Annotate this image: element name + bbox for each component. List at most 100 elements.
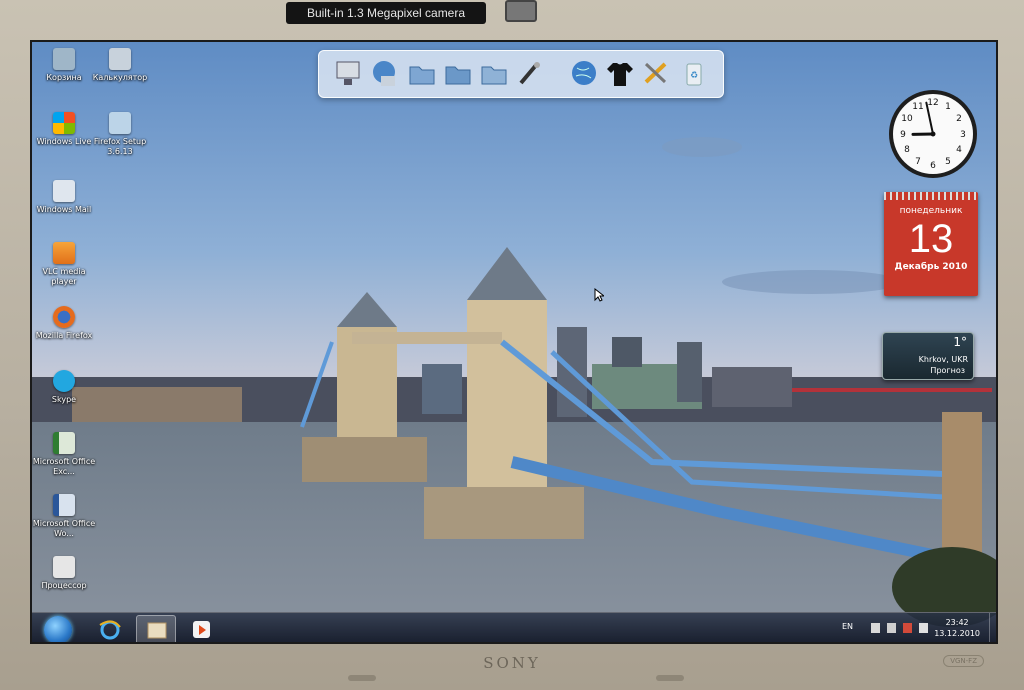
volume-icon[interactable]	[919, 623, 928, 633]
tshirt-icon	[607, 63, 633, 86]
svg-text:10: 10	[901, 114, 913, 124]
dock-item-pictures[interactable]	[479, 58, 509, 88]
desktop-icon-label: Калькулятор	[92, 73, 148, 82]
vlc-icon	[53, 242, 75, 264]
dock-item-network[interactable]	[369, 58, 399, 88]
installer-icon	[109, 112, 131, 134]
desktop-icon-label: Firefox Setup 3.6.13	[93, 137, 147, 156]
desktop-icon-label: Microsoft Office Wo...	[32, 519, 96, 538]
network-status-icon[interactable]	[903, 623, 912, 633]
internet-explorer-icon	[99, 620, 121, 640]
desktop-icon-label: Windows Live	[36, 137, 92, 146]
desktop-icon-skype[interactable]: Skype	[32, 370, 96, 405]
windows-live-icon	[53, 112, 75, 134]
firefox-icon	[53, 306, 75, 328]
dock-item-trash[interactable]: ♻	[679, 58, 709, 88]
desktop-icon-firefox-setup[interactable]: Firefox Setup 3.6.13	[88, 112, 152, 157]
weather-forecast-link[interactable]: Прогноз	[930, 366, 965, 375]
svg-text:7: 7	[915, 157, 921, 167]
desktop-icon-windows-mail[interactable]: Windows Mail	[32, 180, 96, 215]
dock-item-tshirt[interactable]	[605, 58, 635, 88]
svg-text:12: 12	[927, 98, 938, 108]
taskbar-date: 13.12.2010	[934, 629, 980, 638]
taskbar-time: 23:42	[945, 618, 969, 627]
dock-item-globe[interactable]	[569, 58, 599, 88]
bezel-foot	[348, 675, 376, 681]
skype-icon	[53, 370, 75, 392]
desktop-icon-vlc[interactable]: VLC media player	[32, 242, 96, 287]
desktop-wallpaper	[32, 42, 996, 642]
brand-logo: SONY	[483, 654, 541, 672]
folder-pictures-icon	[481, 66, 507, 85]
desktop-icon-label: Процессор	[41, 581, 87, 590]
globe-icon	[572, 61, 596, 85]
rocket-dock: ♻	[318, 50, 724, 98]
taskbar-media-player[interactable]	[182, 615, 222, 642]
desktop-icon-excel[interactable]: Microsoft Office Exc...	[32, 432, 96, 477]
screen: Корзина Калькулятор Windows Live Firefox…	[30, 40, 998, 644]
network-icon	[373, 61, 395, 86]
desktop-icon-windows-live[interactable]: Windows Live	[32, 112, 96, 147]
calendar-weekday: понедельник	[899, 206, 963, 216]
taskbar-explorer[interactable]	[136, 615, 176, 642]
svg-text:11: 11	[912, 102, 923, 112]
clock-gadget[interactable]: 12 1 2 345 678 9 10 11	[887, 88, 979, 180]
trash-icon: ♻	[686, 63, 702, 86]
taskbar-internet-explorer[interactable]	[90, 615, 130, 642]
webcam-hinge	[505, 0, 537, 22]
tools-icon	[519, 62, 540, 85]
calendar-rings	[884, 192, 978, 200]
settings-tools-icon	[644, 62, 667, 84]
bezel-foot	[656, 675, 684, 681]
media-player-icon	[193, 621, 210, 638]
start-button[interactable]	[44, 616, 72, 642]
desktop-icon-label: Microsoft Office Exc...	[32, 457, 96, 476]
taskbar: EN 23:42 13.12.2010	[32, 612, 996, 642]
calendar-month-year: Декабрь 2010	[894, 262, 968, 272]
camera-label: Built-in 1.3 Megapixel camera	[286, 2, 486, 24]
dock-item-settings[interactable]	[641, 58, 671, 88]
folder-open-icon	[445, 66, 471, 85]
recycle-bin-icon	[53, 48, 75, 70]
desktop-icon-word[interactable]: Microsoft Office Wo...	[32, 494, 96, 539]
desktop-icon-label: Skype	[51, 395, 77, 404]
taskbar-clock[interactable]: 23:42 13.12.2010	[934, 617, 980, 639]
desktop-icon-recycle-bin[interactable]: Корзина	[32, 48, 96, 83]
desktop-icon-label: Корзина	[46, 73, 82, 82]
weather-gadget[interactable]: 1° Khrkov, UKR Прогноз	[882, 332, 974, 380]
desktop-icon-calculator[interactable]: Калькулятор	[88, 48, 152, 83]
calculator-icon	[109, 48, 131, 70]
desktop-icon-label: Windows Mail	[36, 205, 92, 214]
weather-city: Khrkov, UKR	[918, 355, 968, 364]
svg-text:2: 2	[956, 114, 962, 124]
excel-icon	[53, 432, 75, 454]
dock-item-folder-open[interactable]	[443, 58, 473, 88]
calendar-gadget[interactable]: понедельник 13 Декабрь 2010	[884, 192, 978, 296]
svg-text:6: 6	[930, 161, 936, 171]
svg-text:8: 8	[904, 145, 910, 155]
folder-icon	[409, 66, 435, 85]
desktop-icon-processor[interactable]: Процессор	[32, 556, 96, 591]
svg-text:3: 3	[960, 130, 966, 140]
dock-item-computer[interactable]	[333, 58, 363, 88]
svg-text:9: 9	[900, 130, 906, 140]
svg-text:5: 5	[945, 157, 951, 167]
desktop-icon-label: Mozilla Firefox	[35, 331, 93, 340]
calendar-day: 13	[908, 217, 954, 261]
dock-item-tools[interactable]	[515, 58, 545, 88]
desktop-icon-label: VLC media player	[42, 267, 86, 286]
show-desktop-button[interactable]	[989, 613, 996, 642]
dock-item-folder[interactable]	[407, 58, 437, 88]
processor-icon	[53, 556, 75, 578]
desktop-icon-firefox[interactable]: Mozilla Firefox	[32, 306, 96, 341]
model-badge: VGN-FZ	[943, 655, 984, 667]
analog-clock-face: 12 12 345 678 91011	[889, 90, 977, 178]
mouse-cursor-icon	[594, 288, 604, 302]
explorer-icon	[147, 622, 167, 639]
action-center-flag-icon[interactable]	[871, 623, 880, 633]
language-indicator[interactable]: EN	[842, 622, 853, 631]
word-icon	[53, 494, 75, 516]
svg-text:1: 1	[945, 102, 951, 112]
weather-temperature: 1°	[953, 335, 967, 349]
battery-icon[interactable]	[887, 623, 896, 633]
